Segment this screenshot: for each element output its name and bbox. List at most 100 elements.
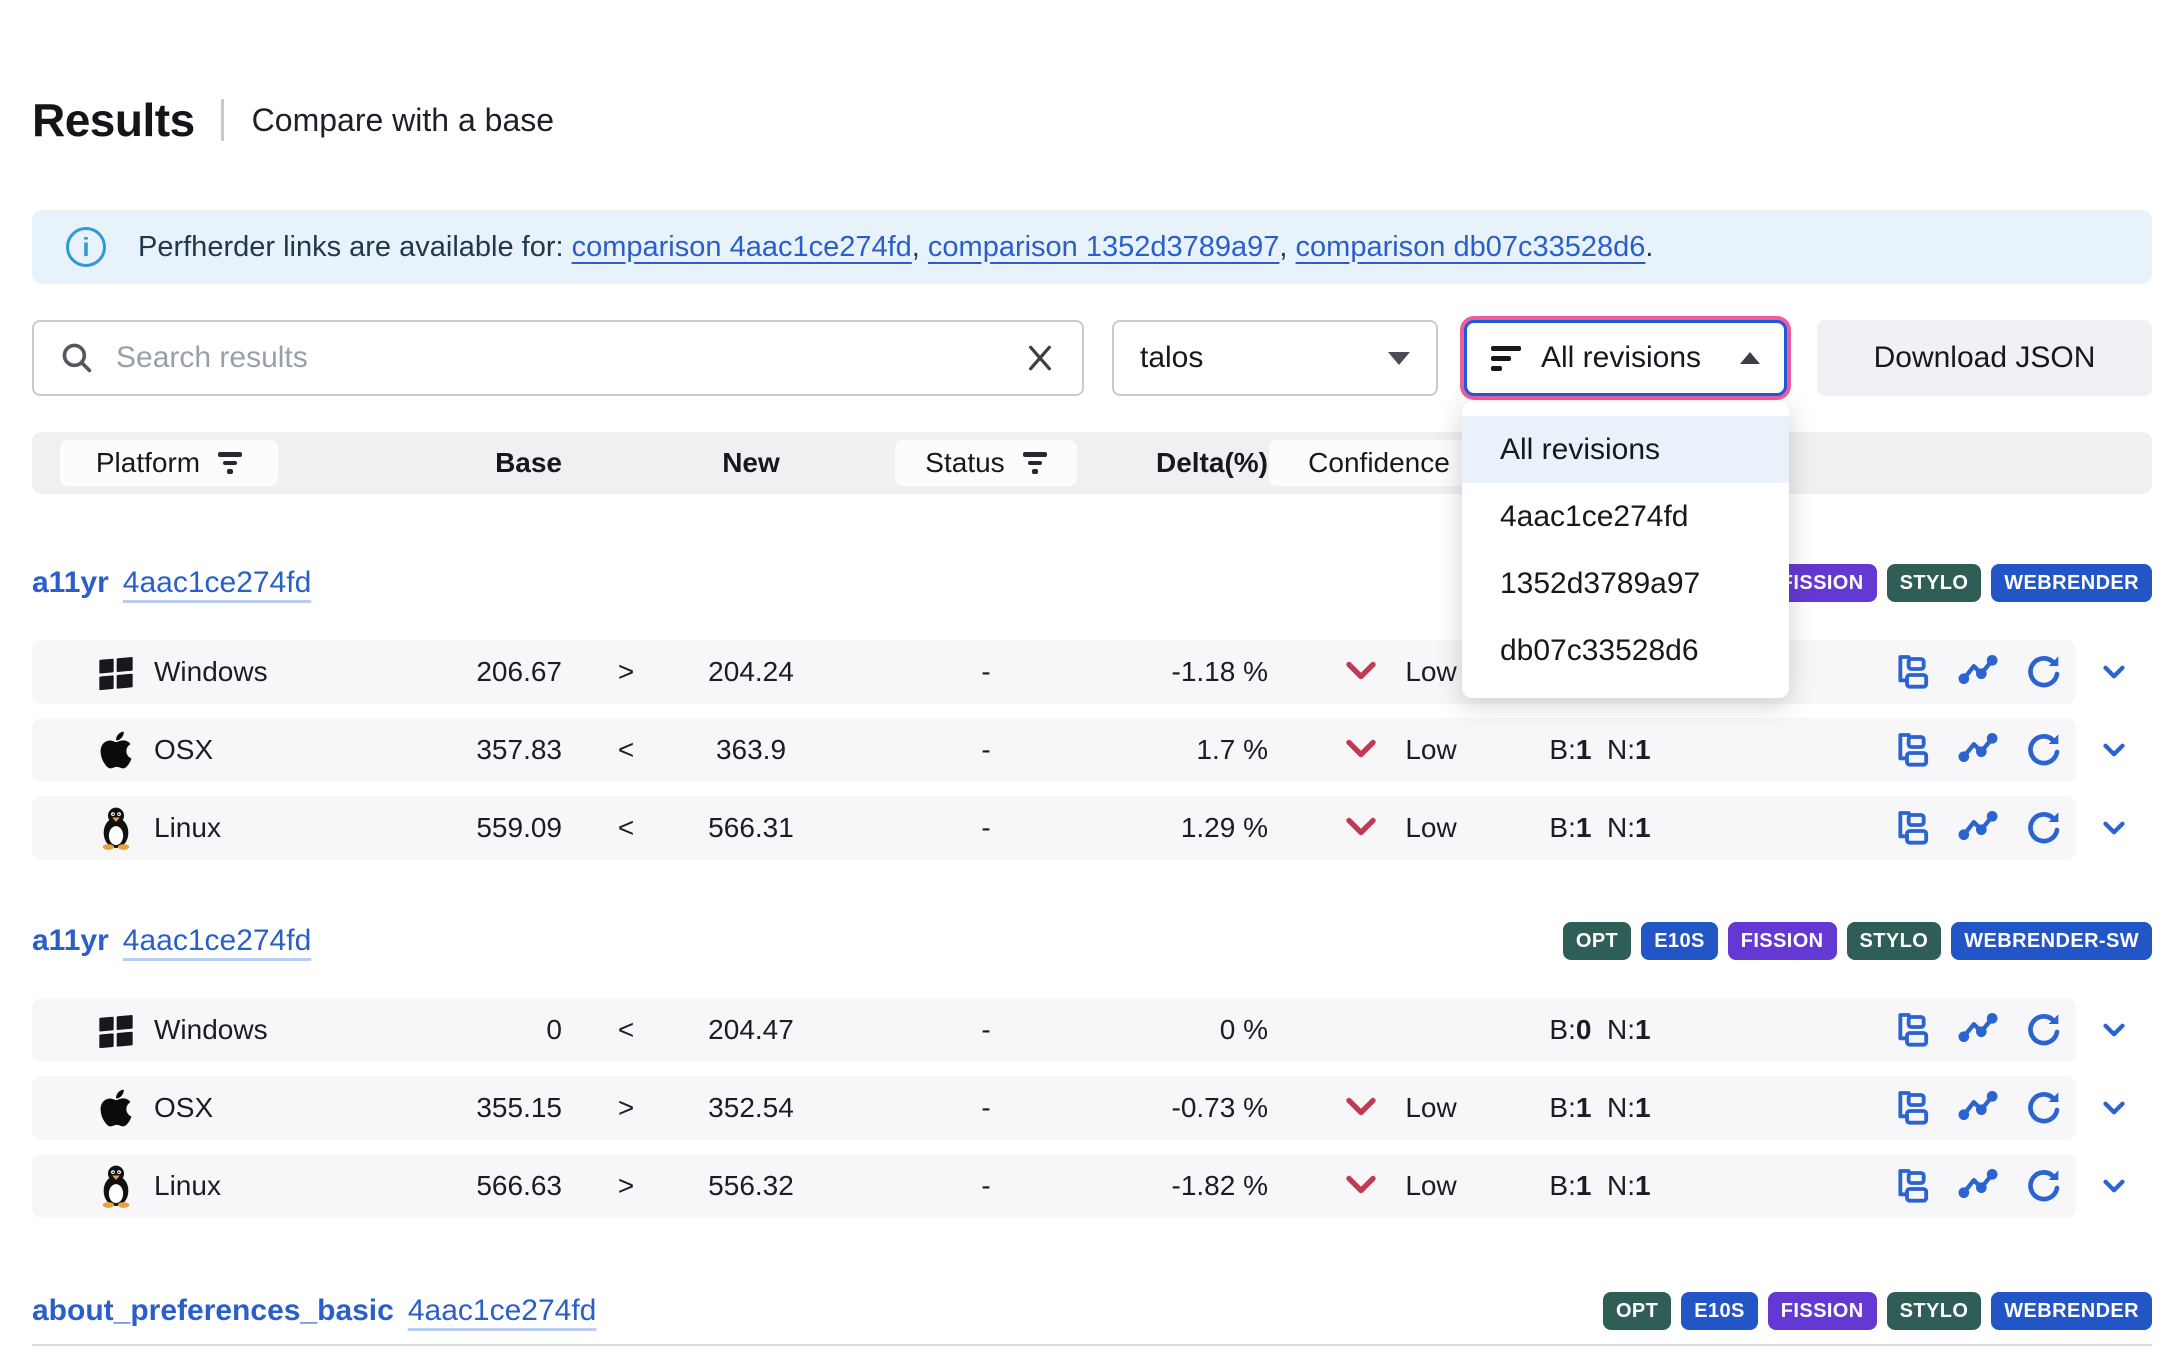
delta-value: 1.7 %	[1160, 734, 1268, 766]
new-column-label: New	[690, 447, 812, 479]
expand-row-icon[interactable]	[2076, 655, 2152, 689]
result-row: Linux 559.09 < 566.31 - 1.29 % Low B:1 N…	[32, 796, 2152, 860]
clear-search-icon[interactable]	[1024, 342, 1056, 374]
subtests-icon[interactable]	[1892, 1166, 1932, 1206]
test-section: a11yr 4aac1ce274fd OPTE10SFISSIONSTYLOWE…	[32, 558, 2152, 860]
controls-row: talos All revisions All revisions4aac1ce…	[32, 320, 2152, 396]
new-value: 352.54	[690, 1092, 812, 1124]
confidence-column-label: Confidence	[1308, 447, 1450, 479]
confidence-label: Low	[1405, 812, 1456, 844]
base-value: 355.15	[412, 1092, 562, 1124]
test-tag: OPT	[1603, 1292, 1671, 1330]
graph-icon[interactable]	[1958, 808, 1998, 848]
download-json-button[interactable]: Download JSON	[1817, 320, 2152, 396]
comparison-link[interactable]: comparison db07c33528d6	[1296, 231, 1646, 263]
confidence-label: Low	[1405, 656, 1456, 688]
revisions-filter-button[interactable]: All revisions	[1464, 320, 1787, 396]
test-tag: STYLO	[1847, 922, 1942, 960]
status-filter-button[interactable]: Status	[895, 440, 1077, 486]
platform-label: OSX	[154, 734, 213, 766]
new-value: 204.24	[690, 656, 812, 688]
test-section: about_preferences_basic 4aac1ce274fd OPT…	[32, 1286, 2152, 1336]
runs-count: B:1 N:1	[1532, 1170, 1668, 1202]
table-header: Platform Base New Status Delta(%) Confid…	[32, 432, 2152, 494]
comparison-sign: <	[562, 1014, 690, 1046]
test-name-link[interactable]: a11yr	[32, 924, 109, 958]
platform-label: Windows	[154, 1014, 268, 1046]
retrigger-icon[interactable]	[2024, 1010, 2064, 1050]
linux-icon	[94, 1164, 138, 1208]
runs-count: B:1 N:1	[1532, 812, 1668, 844]
search-input[interactable]	[116, 341, 1024, 375]
new-value: 566.31	[690, 812, 812, 844]
retrigger-icon[interactable]	[2024, 808, 2064, 848]
expand-row-icon[interactable]	[2076, 733, 2152, 767]
delta-value: -1.18 %	[1160, 656, 1268, 688]
confidence-down-arrow-icon	[1343, 1171, 1379, 1201]
runs-count: B:1 N:1	[1532, 1092, 1668, 1124]
windows-icon	[94, 650, 138, 694]
graph-icon[interactable]	[1958, 1010, 1998, 1050]
framework-select[interactable]: talos	[1112, 320, 1438, 396]
filter-icon	[218, 452, 242, 474]
graph-icon[interactable]	[1958, 652, 1998, 692]
retrigger-icon[interactable]	[2024, 1166, 2064, 1206]
comparison-sign: <	[562, 812, 690, 844]
graph-icon[interactable]	[1958, 1088, 1998, 1128]
graph-icon[interactable]	[1958, 1166, 1998, 1206]
retrigger-icon[interactable]	[2024, 730, 2064, 770]
new-value: 556.32	[690, 1170, 812, 1202]
tag-list: OPTE10SFISSIONSTYLOWEBRENDER-SW	[1563, 922, 2152, 960]
page-subtitle: Compare with a base	[252, 102, 554, 139]
status-value: -	[812, 1014, 1160, 1046]
test-tag: WEBRENDER	[1991, 1292, 2152, 1330]
test-tag: STYLO	[1887, 564, 1982, 602]
base-value: 206.67	[412, 656, 562, 688]
revision-link[interactable]: 4aac1ce274fd	[408, 1294, 597, 1328]
graph-icon[interactable]	[1958, 730, 1998, 770]
expand-row-icon[interactable]	[2076, 1091, 2152, 1125]
platform-filter-button[interactable]: Platform	[60, 440, 278, 486]
expand-row-icon[interactable]	[2076, 811, 2152, 845]
subtests-icon[interactable]	[1892, 730, 1932, 770]
retrigger-icon[interactable]	[2024, 652, 2064, 692]
result-row: Windows 0 < 204.47 - 0 % B:0 N:1	[32, 998, 2152, 1062]
result-row: OSX 357.83 < 363.9 - 1.7 % Low B:1 N:1	[32, 718, 2152, 782]
subtests-icon[interactable]	[1892, 1088, 1932, 1128]
retrigger-icon[interactable]	[2024, 1088, 2064, 1128]
revisions-menu-item[interactable]: db07c33528d6	[1462, 617, 1789, 684]
apple-icon	[94, 1086, 138, 1130]
subtests-icon[interactable]	[1892, 1010, 1932, 1050]
revision-link[interactable]: 4aac1ce274fd	[123, 924, 312, 958]
test-name-link[interactable]: about_preferences_basic	[32, 1294, 394, 1328]
revisions-menu-item[interactable]: 4aac1ce274fd	[1462, 483, 1789, 550]
confidence-label: Low	[1405, 1170, 1456, 1202]
revisions-menu: All revisions4aac1ce274fd1352d3789a97db0…	[1462, 402, 1789, 698]
revision-link[interactable]: 4aac1ce274fd	[123, 566, 312, 600]
delta-value: -0.73 %	[1160, 1092, 1268, 1124]
revisions-menu-item[interactable]: 1352d3789a97	[1462, 550, 1789, 617]
comparison-sign: <	[562, 734, 690, 766]
windows-icon	[94, 1008, 138, 1052]
test-tag: FISSION	[1728, 922, 1837, 960]
expand-row-icon[interactable]	[2076, 1013, 2152, 1047]
section-title: a11yr 4aac1ce274fd	[32, 566, 311, 600]
subtests-icon[interactable]	[1892, 652, 1932, 692]
test-name-link[interactable]: a11yr	[32, 566, 109, 600]
search-box	[32, 320, 1084, 396]
delta-column-label: Delta(%)	[1160, 447, 1268, 479]
comparison-link[interactable]: comparison 1352d3789a97	[928, 231, 1280, 263]
perfherder-links-banner: i Perfherder links are available for: co…	[32, 210, 2152, 284]
test-tag: STYLO	[1887, 1292, 1982, 1330]
status-column-label: Status	[925, 447, 1004, 479]
comparison-link[interactable]: comparison 4aac1ce274fd	[572, 231, 912, 263]
runs-count: B:1 N:1	[1532, 734, 1668, 766]
comparison-sign: >	[562, 1092, 690, 1124]
revisions-button-label: All revisions	[1541, 341, 1740, 375]
confidence-label: Low	[1405, 1092, 1456, 1124]
chevron-down-icon	[1388, 352, 1410, 365]
revisions-menu-item[interactable]: All revisions	[1462, 416, 1789, 483]
expand-row-icon[interactable]	[2076, 1169, 2152, 1203]
delta-value: 1.29 %	[1160, 812, 1268, 844]
subtests-icon[interactable]	[1892, 808, 1932, 848]
